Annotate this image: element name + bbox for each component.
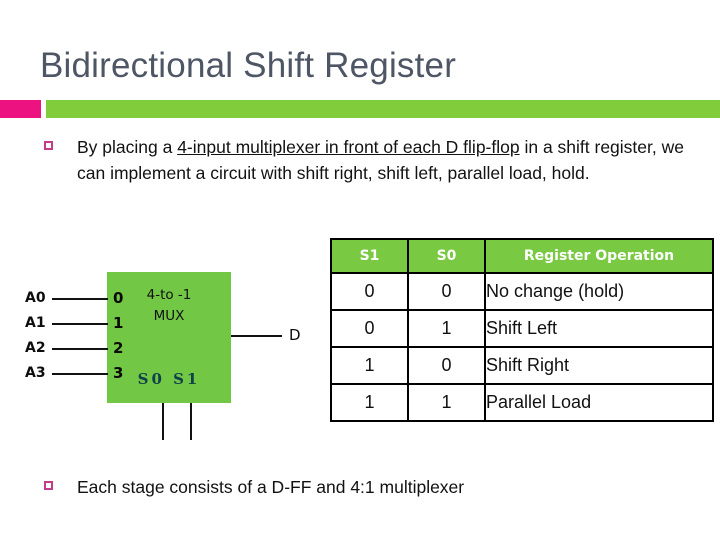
cell-operation: Shift Right — [484, 346, 714, 385]
input-wire-a1 — [52, 323, 108, 325]
cell-s0: 0 — [407, 272, 486, 311]
mux-port-1: 1 — [113, 314, 124, 332]
table-header-row: S1 S0 Register Operation — [330, 238, 714, 274]
accent-bar-pink — [0, 100, 41, 118]
bullet-1-text-before: By placing a — [77, 137, 178, 157]
cell-s0: 0 — [407, 346, 486, 385]
bullet-item-1: By placing a 4-input multiplexer in fron… — [44, 134, 694, 186]
output-wire-d — [231, 335, 282, 337]
accent-bar-green — [46, 100, 720, 118]
cell-operation: No change (hold) — [484, 272, 714, 311]
select-wire-s1 — [190, 403, 192, 440]
input-label-a3: A3 — [25, 365, 46, 381]
cell-operation: Parallel Load — [484, 383, 714, 422]
cell-s0: 1 — [407, 309, 486, 348]
input-wire-a0 — [52, 298, 108, 300]
output-label-d: D — [289, 326, 301, 344]
mux-label-line1: 4-to -1 — [146, 287, 192, 303]
table-row: 1 1 Parallel Load — [330, 383, 714, 422]
bullet-item-2-text: Each stage consists of a D-FF and 4:1 mu… — [77, 477, 465, 497]
bullet-1-text-underlined: 4-input multiplexer in front of each D f… — [177, 137, 520, 157]
register-operation-table: S1 S0 Register Operation 0 0 No change (… — [330, 238, 714, 422]
table-header-s0: S0 — [407, 238, 486, 274]
input-label-a0: A0 — [25, 290, 46, 306]
input-wire-a3 — [52, 373, 108, 375]
cell-s1: 0 — [330, 309, 409, 348]
input-wire-a2 — [52, 348, 108, 350]
table-header-operation: Register Operation — [484, 238, 714, 274]
bullet-item-2: Each stage consists of a D-FF and 4:1 mu… — [44, 474, 694, 500]
page-title: Bidirectional Shift Register — [40, 46, 457, 85]
square-bullet-icon — [44, 481, 53, 490]
bullet-item-1-text: By placing a 4-input multiplexer in fron… — [77, 134, 694, 186]
table-header-s1: S1 — [330, 238, 409, 274]
cell-s1: 0 — [330, 272, 409, 311]
square-bullet-icon — [44, 141, 53, 150]
mux-port-2: 2 — [113, 339, 124, 357]
mux-label-line2: MUX — [153, 308, 185, 324]
cell-s1: 1 — [330, 346, 409, 385]
mux-select-labels: S0 S1 — [137, 370, 201, 388]
table-row: 0 1 Shift Left — [330, 309, 714, 348]
cell-s0: 1 — [407, 383, 486, 422]
table-row: 1 0 Shift Right — [330, 346, 714, 385]
cell-s1: 1 — [330, 383, 409, 422]
table-row: 0 0 No change (hold) — [330, 272, 714, 311]
mux-port-0: 0 — [113, 289, 124, 307]
mux-diagram: 4-to -1 MUX A0 A1 A2 A3 0 1 2 3 S0 S1 D — [0, 265, 330, 450]
input-label-a2: A2 — [25, 340, 46, 356]
select-wire-s0 — [162, 403, 164, 440]
input-label-a1: A1 — [25, 315, 46, 331]
cell-operation: Shift Left — [484, 309, 714, 348]
